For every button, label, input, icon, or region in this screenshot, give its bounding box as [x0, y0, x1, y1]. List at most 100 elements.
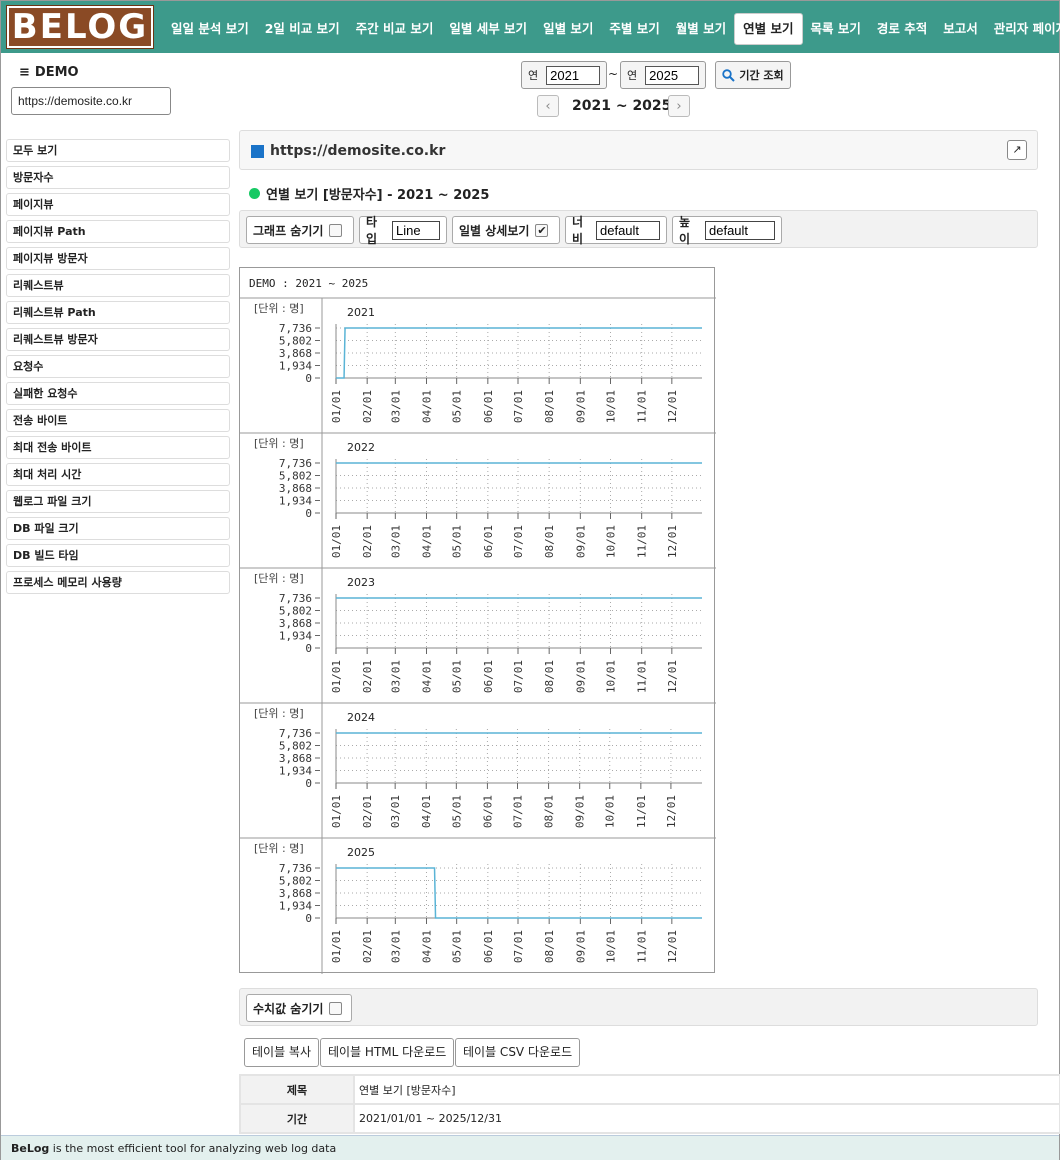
y-tick-label: 5,802 [279, 470, 312, 483]
x-tick-label: 07/01 [512, 525, 525, 558]
nav-monthly[interactable]: 월별 보기 [668, 13, 734, 45]
sidebar-item-sent-bytes[interactable]: 전송 바이트 [6, 409, 230, 432]
series-line [336, 327, 702, 379]
footer-brand: BeLog [11, 1142, 50, 1155]
nav-daily-analysis[interactable]: 일일 분석 보기 [163, 13, 257, 45]
sidebar-item-max-processing-time[interactable]: 최대 처리 시간 [6, 463, 230, 486]
nav-list[interactable]: 목록 보기 [803, 13, 869, 45]
width-input[interactable] [596, 220, 660, 240]
from-year-input[interactable] [546, 65, 601, 85]
sidebar-item-requests[interactable]: 요청수 [6, 355, 230, 378]
x-tick-label: 03/01 [389, 795, 402, 828]
sidebar-item-requestview[interactable]: 리퀘스트뷰 [6, 274, 230, 297]
belog-logo[interactable]: BELOG [6, 5, 154, 49]
download-html-button[interactable]: 테이블 HTML 다운로드 [320, 1038, 455, 1067]
yearly-line-chart: [단위 : 명] 20217,7365,8023,8681,934001/01 02… [240, 297, 716, 974]
y-tick-label: 5,802 [279, 875, 312, 888]
x-tick-label: 08/01 [543, 795, 556, 828]
sidebar-item-weblog-file-size[interactable]: 웹로그 파일 크기 [6, 490, 230, 513]
daily-detail-toggle[interactable]: 일별 상세보기 ✔ [452, 216, 560, 244]
nav-daily[interactable]: 일별 보기 [535, 13, 601, 45]
hide-graph-checkbox[interactable] [329, 223, 343, 237]
y-tick-label: 1,934 [279, 630, 312, 643]
to-year-input[interactable] [645, 65, 700, 85]
unit-label: [단위 : 명] [254, 437, 304, 450]
unit-label: [단위 : 명] [254, 302, 304, 315]
unit-label: [단위 : 명] [254, 707, 304, 720]
x-tick-label: 01/01 [330, 795, 343, 828]
sidebar-item-pageview-path[interactable]: 페이지뷰 Path [6, 220, 230, 243]
external-link-icon: ↗ [1012, 143, 1022, 156]
x-tick-label: 12/01 [665, 795, 678, 828]
x-tick-label: 03/01 [389, 525, 402, 558]
nav-admin[interactable]: 관리자 페이지 [986, 13, 1060, 45]
x-tick-label: 09/01 [574, 795, 587, 828]
prev-period-button[interactable]: ‹ [537, 95, 559, 117]
x-tick-label: 01/01 [330, 660, 343, 693]
hide-graph-toggle[interactable]: 그래프 숨기기 [246, 216, 354, 244]
x-tick-label: 07/01 [511, 795, 524, 828]
series-line [336, 867, 702, 919]
y-tick-label: 3,868 [279, 347, 312, 360]
site-url-select[interactable]: https://demosite.co.kr [11, 87, 171, 115]
x-tick-label: 11/01 [636, 525, 649, 558]
copy-table-button[interactable]: 테이블 복사 [244, 1038, 320, 1067]
nav-weekly-compare[interactable]: 주간 비교 보기 [348, 13, 442, 45]
y-tick-label: 5,802 [279, 740, 312, 753]
sidebar-item-pageview[interactable]: 페이지뷰 [6, 193, 230, 216]
x-tick-label: 02/01 [361, 930, 374, 963]
site-square-icon [251, 145, 264, 158]
y-tick-label: 7,736 [279, 862, 312, 875]
unit-label: [단위 : 명] [254, 572, 304, 585]
sidebar-item-pageview-visitors[interactable]: 페이지뷰 방문자 [6, 247, 230, 270]
x-tick-label: 04/01 [420, 930, 433, 963]
status-dot-icon [249, 188, 260, 199]
x-tick-label: 04/01 [420, 390, 433, 423]
download-csv-button[interactable]: 테이블 CSV 다운로드 [455, 1038, 581, 1067]
nav-2day-compare[interactable]: 2일 비교 보기 [257, 13, 348, 45]
period-query-button[interactable]: 기간 조회 [715, 61, 791, 89]
nav-yearly[interactable]: 연별 보기 [734, 13, 803, 45]
nav-path-trace[interactable]: 경로 추적 [869, 13, 935, 45]
sidebar-item-db-file-size[interactable]: DB 파일 크기 [6, 517, 230, 540]
sidebar-item-max-sent-bytes[interactable]: 최대 전송 바이트 [6, 436, 230, 459]
sidebar-item-visitors[interactable]: 방문자수 [6, 166, 230, 189]
y-tick-label: 5,802 [279, 335, 312, 348]
site-url-heading: https://demosite.co.kr [270, 143, 446, 159]
x-tick-label: 06/01 [482, 390, 495, 423]
nav-weekly[interactable]: 주별 보기 [601, 13, 667, 45]
x-tick-label: 08/01 [543, 660, 556, 693]
daily-detail-checkbox[interactable]: ✔ [535, 223, 549, 237]
x-tick-label: 07/01 [512, 660, 525, 693]
sidebar-item-db-build-time[interactable]: DB 빌드 타임 [6, 544, 230, 567]
table-row: 제목 연별 보기 [방문자수] [239, 1074, 1060, 1105]
menu-icon[interactable]: ≡ [19, 65, 30, 80]
nav-daily-detail[interactable]: 일별 세부 보기 [441, 13, 535, 45]
panel-year-label: 2025 [347, 846, 375, 859]
sidebar-item-process-memory[interactable]: 프로세스 메모리 사용량 [6, 571, 230, 594]
site-title[interactable]: ≡ DEMO [19, 65, 79, 80]
width-option: 너비 [565, 215, 667, 246]
nav-report[interactable]: 보고서 [935, 13, 986, 45]
panel-year-label: 2024 [347, 711, 375, 724]
sidebar-item-failed-requests[interactable]: 실패한 요청수 [6, 382, 230, 405]
x-tick-label: 03/01 [389, 660, 402, 693]
hide-values-checkbox[interactable] [329, 1001, 343, 1015]
table-key: 기간 [239, 1103, 355, 1134]
to-year-label: 연 [627, 69, 638, 82]
x-tick-label: 11/01 [636, 660, 649, 693]
sidebar-item-all[interactable]: 모두 보기 [6, 139, 230, 162]
height-input[interactable] [705, 220, 775, 240]
next-period-button[interactable]: › [668, 95, 690, 117]
sidebar-item-requestview-visitors[interactable]: 리퀘스트뷰 방문자 [6, 328, 230, 351]
sidebar-item-requestview-path[interactable]: 리퀘스트뷰 Path [6, 301, 230, 324]
hide-values-toggle[interactable]: 수치값 숨기기 [246, 994, 352, 1022]
external-link-button[interactable]: ↗ [1007, 140, 1027, 160]
y-tick-label: 1,934 [279, 495, 312, 508]
sidebar: 모두 보기 방문자수 페이지뷰 페이지뷰 Path 페이지뷰 방문자 리퀘스트뷰… [6, 139, 230, 598]
type-input[interactable] [392, 220, 440, 240]
x-tick-label: 02/01 [361, 525, 374, 558]
x-tick-label: 03/01 [389, 390, 402, 423]
height-option: 높이 [672, 215, 782, 246]
y-tick-label: 7,736 [279, 457, 312, 470]
